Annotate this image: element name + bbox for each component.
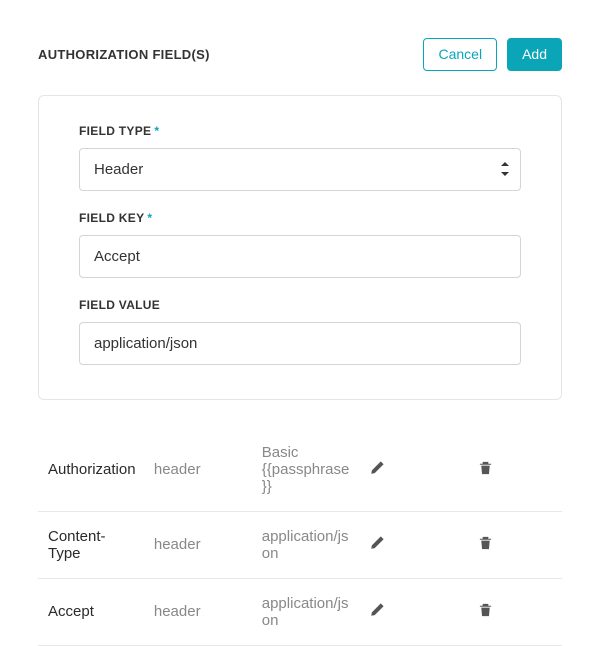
field-value-label-text: FIELD VALUE: [79, 298, 160, 312]
field-value-input[interactable]: [79, 322, 521, 365]
cell-value: application/json: [254, 511, 362, 578]
cell-type: header: [146, 578, 254, 645]
field-form-card: FIELD TYPE* Header FIELD KEY* FIELD VALU…: [38, 95, 562, 400]
edit-icon[interactable]: [370, 460, 385, 475]
cell-type: header: [146, 428, 254, 512]
page-title: AUTHORIZATION FIELD(S): [38, 47, 210, 62]
cell-key: Content-Type: [38, 511, 146, 578]
add-button[interactable]: Add: [507, 38, 562, 71]
field-key-label: FIELD KEY*: [79, 211, 521, 225]
required-mark: *: [147, 211, 152, 225]
cell-value: application/json: [254, 578, 362, 645]
cell-key: Accept: [38, 578, 146, 645]
field-type-select[interactable]: Header: [79, 148, 521, 191]
cell-type: header: [146, 511, 254, 578]
table-row: Accept header application/json: [38, 578, 562, 645]
cell-value: Basic {{passphrase}}: [254, 428, 362, 512]
field-type-label-text: FIELD TYPE: [79, 124, 151, 138]
field-type-label: FIELD TYPE*: [79, 124, 521, 138]
fields-table: Authorization header Basic {{passphrase}…: [38, 428, 562, 646]
cell-key: Authorization: [38, 428, 146, 512]
table-row: Authorization header Basic {{passphrase}…: [38, 428, 562, 512]
trash-icon[interactable]: [478, 602, 493, 617]
edit-icon[interactable]: [370, 602, 385, 617]
table-row: Content-Type header application/json: [38, 511, 562, 578]
trash-icon[interactable]: [478, 460, 493, 475]
edit-icon[interactable]: [370, 535, 385, 550]
required-mark: *: [154, 124, 159, 138]
field-value-label: FIELD VALUE: [79, 298, 521, 312]
cancel-button[interactable]: Cancel: [423, 38, 497, 71]
field-key-input[interactable]: [79, 235, 521, 278]
field-key-label-text: FIELD KEY: [79, 211, 144, 225]
trash-icon[interactable]: [478, 535, 493, 550]
